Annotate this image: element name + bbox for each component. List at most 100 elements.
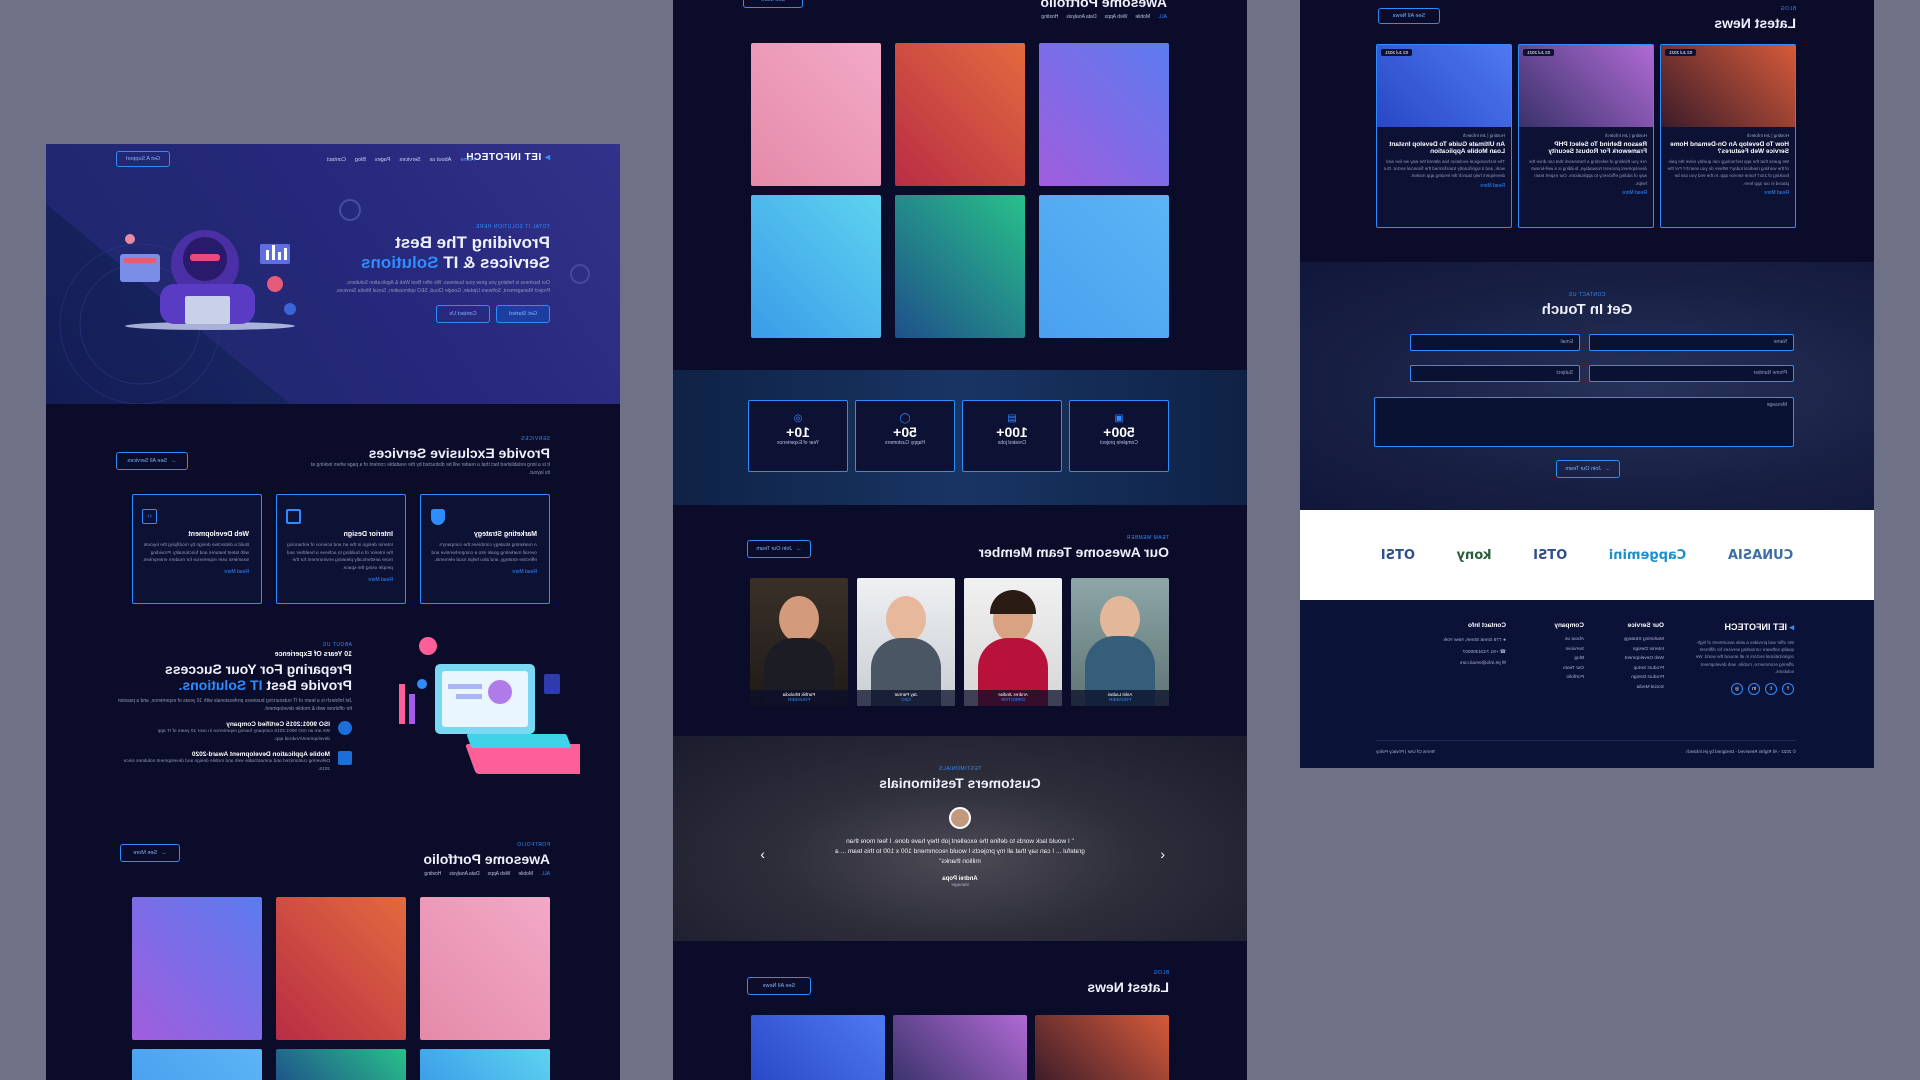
stat-card: ▣ 500+ Complete project xyxy=(1069,400,1169,472)
portfolio-tile[interactable] xyxy=(751,43,881,186)
about-title-line2: Provide Best IT Solutions. xyxy=(178,677,352,693)
nav-link-services[interactable]: Services xyxy=(400,157,421,163)
service-card-marketing[interactable]: Marketing Strategy A marketing strategy … xyxy=(420,494,550,604)
footer-col-company: Company About us Services Blog Our Team Port… xyxy=(1554,622,1584,681)
top-nav: ▸ IET INFOTECH Home About us Services Pa… xyxy=(46,144,620,176)
portfolio-tile[interactable] xyxy=(751,195,881,338)
brand-logos: CUNASIA Capgemini OTSI kony OTSI xyxy=(1300,510,1874,600)
footer-logo[interactable]: ▸ IET INFOTECH xyxy=(1684,622,1794,633)
email-field[interactable]: Email xyxy=(1410,334,1580,351)
get-support-button[interactable]: Get A Support xyxy=(116,151,170,167)
subject-field[interactable]: Subject xyxy=(1410,365,1580,382)
read-more-link[interactable]: Read More xyxy=(429,569,537,575)
join-team-button[interactable]: → Join Our Team xyxy=(747,540,811,558)
portfolio-header-2: Awesome Portfolio ALL Mobile Web Apps Da… xyxy=(1040,0,1167,20)
stat-card: ▤ 100+ Created jobs xyxy=(962,400,1062,472)
portfolio-tile[interactable] xyxy=(1039,195,1169,338)
see-more-button[interactable]: See More xyxy=(743,0,803,8)
name-field[interactable]: Name xyxy=(1589,334,1794,351)
filter-data-analysis[interactable]: Data Analysis xyxy=(449,871,479,877)
read-more-link[interactable]: Read More xyxy=(285,577,393,583)
services-header: SERVICES Provide Exclusive Services It i… xyxy=(310,436,550,477)
nav-link-contact[interactable]: Contact xyxy=(327,157,346,163)
stat-card: ◯ 50+ Happy Customers xyxy=(855,400,955,472)
portfolio-tile[interactable] xyxy=(1039,43,1169,186)
news-image[interactable] xyxy=(751,1015,885,1080)
portfolio-tile[interactable] xyxy=(132,1049,262,1080)
portfolio-tile[interactable] xyxy=(276,1049,406,1080)
portfolio-tile[interactable] xyxy=(420,897,550,1040)
chevron-left-icon[interactable]: ‹ xyxy=(1160,846,1165,862)
portfolio-tile[interactable] xyxy=(276,897,406,1040)
team-member-card[interactable]: Parthik Bhalodia FOUNDER xyxy=(750,578,848,706)
phone-field[interactable]: Phone Number xyxy=(1589,365,1794,382)
arrow-icon: → xyxy=(796,546,802,552)
brand-logo: kony xyxy=(1456,547,1492,563)
service-card-interior[interactable]: Interior Design Interior design is the a… xyxy=(276,494,406,604)
filter-web-apps[interactable]: Web Apps xyxy=(488,871,511,877)
hero-text: Our business is helping you grow your bu… xyxy=(335,280,550,294)
read-more-link[interactable]: Read More xyxy=(1525,190,1647,196)
folder-icon: ▣ xyxy=(1114,413,1124,424)
filter-hosting[interactable]: Hosting xyxy=(424,871,441,877)
news-card[interactable]: 03 Jul 2021 Hosting | Jet Infotech Reaso… xyxy=(1518,44,1654,228)
read-more-link[interactable]: Read More xyxy=(1667,190,1789,196)
team-member-card[interactable]: Jay Parmar CEO xyxy=(857,578,955,706)
testimonial-quote: " I would lack words to define the excel… xyxy=(835,838,1085,865)
service-card-web[interactable]: ‹› Web Development Build a distinctive d… xyxy=(132,494,262,604)
hero-tag: TOTAL IT SOLUTION HERE xyxy=(475,224,550,230)
team-member-card[interactable]: Ankit Ladani FOUNDER xyxy=(1071,578,1169,706)
services-title: Provide Exclusive Services xyxy=(368,445,550,461)
nav-link-blog[interactable]: Blog xyxy=(355,157,366,163)
see-all-news-button[interactable]: See All News xyxy=(747,977,811,995)
portfolio-tile[interactable] xyxy=(132,897,262,1040)
testimonials-section: TESTIMONIALS Customers Testimonials " I … xyxy=(673,736,1247,941)
team-member-card[interactable]: Andres Jindise DIRECTOR xyxy=(964,578,1062,706)
facebook-icon[interactable]: f xyxy=(1782,682,1794,695)
portfolio-tile[interactable] xyxy=(895,43,1025,186)
contact-us-button[interactable]: Contact Us xyxy=(436,305,490,323)
news-card[interactable]: 03 Jul 2021 Hosting | Jet Infotech An Ul… xyxy=(1376,44,1512,228)
target-icon: ◎ xyxy=(793,413,803,424)
instagram-icon[interactable]: ◎ xyxy=(1731,682,1743,695)
mail-icon: ✉ xyxy=(1501,661,1506,666)
portfolio-tile[interactable] xyxy=(420,1049,550,1080)
see-more-button[interactable]: → See More xyxy=(120,844,180,862)
get-started-button[interactable]: Get Started xyxy=(496,305,550,323)
terms-links[interactable]: Terms Of Use | Privacy Policy xyxy=(1376,749,1435,754)
news-header: BLOG Latest News xyxy=(1714,6,1796,31)
portfolio-tile[interactable] xyxy=(895,195,1025,338)
join-our-team-button[interactable]: → Join Our Team xyxy=(1556,460,1620,478)
phone-icon: ☎ xyxy=(1500,649,1506,655)
filter-mobile[interactable]: Mobile xyxy=(518,871,533,877)
testimonials-title: Customers Testimonials xyxy=(879,775,1041,791)
twitter-icon[interactable]: t xyxy=(1765,682,1777,695)
portfolio-header: PORTFOLIO Awesome Portfolio ALL Mobile W… xyxy=(310,842,550,877)
news-card[interactable]: 03 Jul 2021 Hosting | Jet Infotech How T… xyxy=(1660,44,1796,228)
arrow-icon: → xyxy=(171,458,177,464)
chevron-right-icon[interactable]: › xyxy=(760,846,765,862)
services-tag: SERVICES xyxy=(520,436,550,442)
code-icon: ‹› xyxy=(142,509,157,524)
news-image[interactable] xyxy=(893,1015,1027,1080)
palette-icon xyxy=(286,509,301,524)
nav-link-home[interactable]: Home xyxy=(460,157,475,163)
nav-link-pages[interactable]: Pages xyxy=(375,157,391,163)
linkedin-icon[interactable]: in xyxy=(1748,682,1760,695)
about-point: Mobile Application Development Award-202… xyxy=(112,751,352,773)
read-more-link[interactable]: Read More xyxy=(1383,183,1505,189)
see-all-news-button[interactable]: See All News xyxy=(1378,8,1440,24)
filter-all[interactable]: ALL xyxy=(541,871,550,877)
page-panel-footer: BLOG Latest News See All News 03 Jul 202… xyxy=(1300,0,1874,768)
site-logo[interactable]: ▸ IET INFOTECH xyxy=(466,152,550,163)
arrow-icon: → xyxy=(161,850,167,856)
see-all-services-button[interactable]: → See All Services xyxy=(116,452,188,470)
shield-icon xyxy=(431,509,445,525)
nav-link-about[interactable]: About us xyxy=(430,157,452,163)
hacker-illustration xyxy=(120,230,296,330)
hero-title-line1: Providing The Best xyxy=(395,233,550,252)
read-more-link[interactable]: Read More xyxy=(141,569,249,575)
about-content: ABOUT US 10 Years Of Experience Preparin… xyxy=(112,642,352,774)
message-field[interactable]: Message xyxy=(1374,397,1794,447)
news-image[interactable] xyxy=(1035,1015,1169,1080)
